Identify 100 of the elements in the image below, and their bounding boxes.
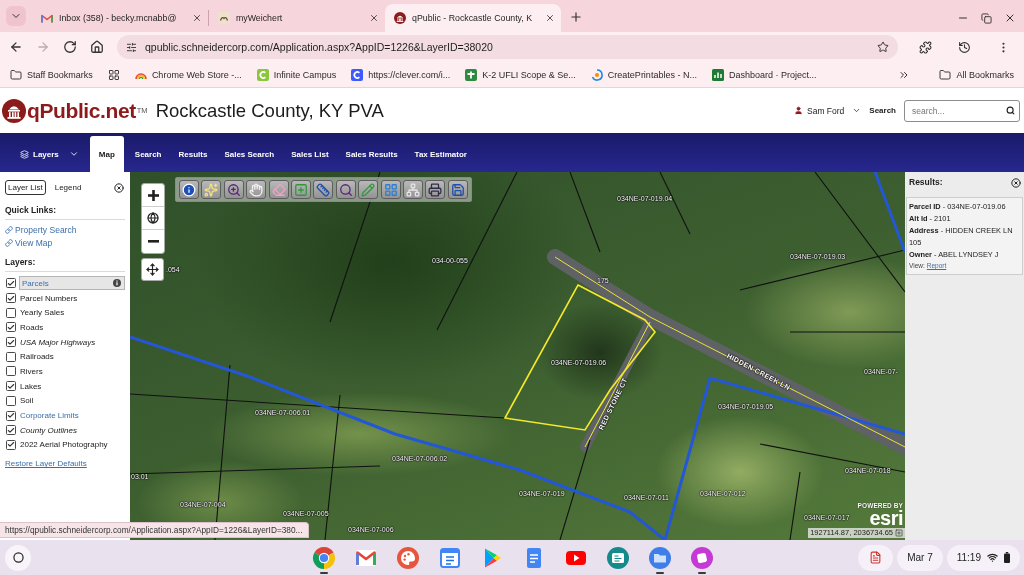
zoom-in-button[interactable] — [142, 184, 164, 207]
back-arrow-icon[interactable] — [9, 40, 23, 54]
panel-tab[interactable]: Layer List — [5, 180, 46, 195]
restore-defaults-link[interactable]: Restore Layer Defaults — [5, 459, 87, 469]
layer-item[interactable]: USA Major Highways — [19, 336, 97, 348]
map-tool-button[interactable] — [246, 180, 267, 199]
checkbox[interactable] — [6, 366, 16, 377]
bookmark[interactable]: Dashboard · Project... — [711, 68, 817, 81]
all-bookmarks-button[interactable]: All Bookmarks — [939, 68, 1014, 81]
browser-logo-icon[interactable] — [311, 545, 336, 570]
calendar-icon[interactable] — [437, 545, 462, 570]
nav-tab[interactable]: Sales Results — [345, 136, 398, 172]
close-icon[interactable] — [369, 13, 379, 23]
nav-tab[interactable]: Layers — [20, 136, 79, 172]
quick-link[interactable]: Property Search — [5, 223, 77, 236]
layer-item[interactable]: Yearly Sales — [19, 307, 66, 319]
bookmark[interactable]: K-2 UFLI Scope & Se... — [465, 68, 576, 81]
nav-tab[interactable]: Sales List — [291, 136, 329, 172]
expand-icon[interactable] — [895, 529, 903, 537]
move-icon — [146, 263, 159, 276]
layer-item[interactable]: Soil — [19, 395, 35, 407]
checkbox[interactable] — [6, 322, 16, 333]
launcher-button[interactable] — [5, 544, 31, 571]
checkbox[interactable] — [6, 381, 16, 392]
search-field[interactable]: search... — [904, 99, 1020, 122]
home-icon[interactable] — [90, 40, 104, 54]
palette-icon[interactable] — [395, 545, 420, 570]
map-tool-button[interactable] — [201, 180, 222, 199]
checkbox[interactable] — [6, 307, 16, 318]
apps-grid-icon[interactable] — [107, 68, 120, 81]
map-tool-button[interactable] — [425, 180, 446, 199]
nav-tab[interactable]: Results — [178, 136, 208, 172]
close-icon[interactable] — [192, 13, 202, 23]
browser-tab[interactable]: myWeichert — [209, 4, 385, 32]
reload-icon[interactable] — [63, 40, 77, 54]
status-area-button[interactable]: 11:19 — [946, 544, 1020, 571]
zoom-out-button[interactable] — [142, 230, 164, 253]
bookmark[interactable]: Chrome Web Store -... — [134, 69, 242, 80]
browser-tab[interactable]: qPublic - Rockcastle County, K — [385, 4, 561, 32]
nav-tab[interactable]: Tax Estimator — [414, 136, 467, 172]
checkbox[interactable] — [6, 395, 16, 406]
bookmark[interactable]: CreatePrintables - N... — [590, 68, 697, 81]
site-logo[interactable]: qPublic.net — [27, 98, 136, 123]
map-tool-button[interactable] — [268, 180, 289, 199]
layer-item[interactable]: 2022 Aerial Photography — [19, 439, 109, 451]
star-icon[interactable] — [877, 41, 889, 53]
map-tool-button[interactable] — [313, 180, 334, 199]
bookmark[interactable]: Staff Bookmarks — [10, 68, 93, 81]
map-tool-button[interactable] — [402, 180, 423, 199]
map-tool-button[interactable] — [358, 180, 379, 199]
pan-button[interactable] — [141, 258, 164, 281]
checkbox[interactable] — [6, 410, 16, 421]
checkbox[interactable] — [6, 351, 16, 362]
bookmark[interactable]: https://clever.com/i... — [351, 68, 451, 81]
restore-icon[interactable] — [981, 12, 992, 24]
search-button[interactable]: Search — [869, 106, 896, 115]
close-icon[interactable] — [1004, 12, 1016, 24]
map-tool-button[interactable] — [380, 180, 401, 199]
checkbox[interactable] — [6, 337, 16, 348]
layer-item[interactable]: Corporate Limits — [19, 410, 80, 422]
address-bar[interactable]: qpublic.schneidercorp.com/Application.aspx?AppID=1226&LayerID=38020 — [117, 35, 898, 59]
globe-button[interactable] — [142, 207, 164, 230]
map-tool-button[interactable] — [223, 180, 244, 199]
browser-tab[interactable]: Inbox (358) - becky.mcnabb@ — [32, 4, 208, 32]
map-tool-button[interactable] — [335, 180, 356, 199]
search-icon[interactable] — [1006, 105, 1015, 115]
layer-item[interactable]: County Outlines — [19, 424, 78, 436]
info-icon[interactable] — [113, 279, 121, 288]
tab-search-button[interactable] — [6, 6, 26, 26]
new-tab-icon[interactable] — [569, 10, 583, 24]
layer-item[interactable]: Parcel Numbers — [19, 292, 79, 304]
date-button[interactable]: Mar 7 — [897, 544, 943, 571]
checkbox[interactable] — [6, 293, 16, 304]
layer-item[interactable]: Parcels — [19, 276, 125, 291]
bookmark[interactable]: Infinite Campus — [256, 68, 337, 81]
nav-tab[interactable]: Sales Search — [224, 136, 275, 172]
tray-button[interactable] — [858, 544, 894, 571]
user-menu-button[interactable]: Sam Ford — [794, 105, 862, 116]
sticker-icon[interactable] — [689, 545, 714, 570]
map-tool-button[interactable] — [447, 180, 468, 199]
checkbox[interactable] — [6, 439, 16, 450]
layer-item[interactable]: Lakes — [19, 380, 43, 392]
puzzle-icon[interactable] — [919, 40, 932, 54]
checkbox[interactable] — [6, 425, 16, 436]
quick-link[interactable]: View Map — [5, 236, 53, 249]
map-tool-button[interactable] — [290, 180, 311, 199]
layer-item[interactable]: Roads — [19, 321, 45, 333]
layer-item[interactable]: Rivers — [19, 365, 44, 377]
checkbox[interactable] — [6, 278, 16, 289]
card-icon[interactable] — [605, 545, 630, 570]
folder-icon[interactable] — [647, 545, 672, 570]
layer-item[interactable]: Railroads — [19, 351, 55, 363]
close-icon[interactable] — [1011, 177, 1021, 188]
nav-tab[interactable]: Map — [89, 136, 124, 172]
history-icon[interactable] — [958, 40, 971, 54]
close-icon[interactable] — [114, 182, 124, 193]
map-tool-button[interactable] — [179, 180, 199, 199]
nav-tab[interactable]: Search — [134, 136, 162, 172]
site-settings-icon[interactable] — [126, 41, 137, 53]
close-icon[interactable] — [545, 13, 555, 23]
